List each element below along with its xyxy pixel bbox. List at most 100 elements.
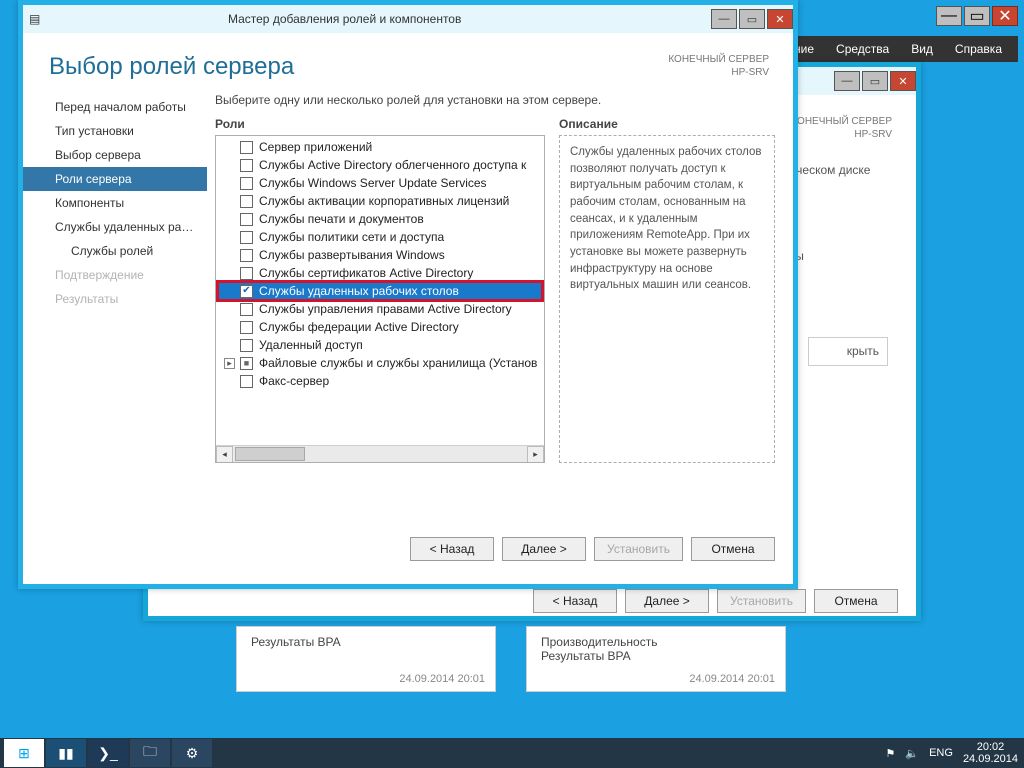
taskbar-app-explorer[interactable]: 🗀 [130, 739, 170, 767]
install-button: Установить [594, 537, 683, 561]
taskbar-app-powershell[interactable]: ❯_ [88, 739, 128, 767]
description-label: Описание [559, 117, 775, 131]
role-label: Службы Windows Server Update Services [259, 176, 487, 190]
role-label: Службы сертификатов Active Directory [259, 266, 473, 280]
flag-icon[interactable]: ⚑ [886, 747, 896, 760]
nav-step[interactable]: Службы удаленных рабо... [23, 215, 207, 239]
panel-line: Производительность [541, 635, 771, 649]
page-title: Выбор ролей сервера [49, 53, 294, 81]
checkbox-icon[interactable] [240, 141, 253, 154]
scroll-thumb[interactable] [235, 447, 305, 461]
nav-step[interactable]: Роли сервера [23, 167, 207, 191]
server-name: HP-SRV [668, 66, 769, 79]
role-checkbox-item[interactable]: Службы политики сети и доступа [218, 228, 542, 246]
minimize-button[interactable]: — [711, 9, 737, 29]
back-button[interactable]: < Назад [410, 537, 494, 561]
role-checkbox-item[interactable]: Службы сертификатов Active Directory [218, 264, 542, 282]
checkbox-icon[interactable] [240, 249, 253, 262]
role-checkbox-item[interactable]: Службы печати и документов [218, 210, 542, 228]
minimize-icon[interactable]: — [936, 6, 962, 26]
checkbox-icon[interactable] [240, 303, 253, 316]
checkbox-icon[interactable] [240, 357, 253, 370]
system-tray: ⚑ 🔈 ENG 20:02 24.09.2014 [886, 741, 1020, 765]
role-checkbox-item[interactable]: Сервер приложений [218, 138, 542, 156]
cancel-button[interactable]: Отмена [814, 589, 898, 613]
server-label: КОНЕЧНЫЙ СЕРВЕР [668, 53, 769, 66]
nav-step[interactable]: Выбор сервера [23, 143, 207, 167]
dashboard-panels: Результаты BPA 24.09.2014 20:01 Производ… [236, 626, 786, 692]
taskbar: ⊞ ▮▮ ❯_ 🗀 ⚙ ⚑ 🔈 ENG 20:02 24.09.2014 [0, 738, 1024, 768]
role-label: Службы политики сети и доступа [259, 230, 444, 244]
sound-icon[interactable]: 🔈 [905, 747, 919, 760]
start-button[interactable]: ⊞ [4, 739, 44, 767]
panel-left: Результаты BPA 24.09.2014 20:01 [236, 626, 496, 692]
nav-step[interactable]: Компоненты [23, 191, 207, 215]
role-label: Службы печати и документов [259, 212, 424, 226]
scroll-left-icon[interactable]: ◂ [216, 446, 233, 463]
checkbox-icon[interactable] [240, 339, 253, 352]
back-button[interactable]: < Назад [533, 589, 617, 613]
menu-item[interactable]: Средства [836, 42, 889, 56]
maximize-button[interactable]: ▭ [739, 9, 765, 29]
server-label: КОНЕЧНЫЙ СЕРВЕР [791, 115, 892, 128]
checkbox-icon[interactable] [240, 267, 253, 280]
minimize-button[interactable]: — [834, 71, 860, 91]
maximize-button[interactable]: ▭ [862, 71, 888, 91]
close-icon[interactable]: ✕ [992, 6, 1018, 26]
roles-label: Роли [215, 117, 545, 131]
scroll-right-icon[interactable]: ▸ [527, 446, 544, 463]
checkbox-icon[interactable] [240, 177, 253, 190]
clock[interactable]: 20:02 24.09.2014 [963, 741, 1020, 765]
description-text: Службы удаленных рабочих столов позволяю… [559, 135, 775, 463]
horizontal-scrollbar[interactable]: ◂ ▸ [216, 445, 544, 462]
taskbar-app-control[interactable]: ⚙ [172, 739, 212, 767]
role-checkbox-item[interactable]: Факс-сервер [218, 372, 542, 390]
checkbox-icon[interactable] [240, 159, 253, 172]
panel-line: Результаты BPA [251, 635, 481, 649]
maximize-icon[interactable]: ▭ [964, 6, 990, 26]
checkbox-icon[interactable] [240, 231, 253, 244]
taskbar-app-server-manager[interactable]: ▮▮ [46, 739, 86, 767]
role-label: Службы активации корпоративных лицензий [259, 194, 509, 208]
install-button: Установить [717, 589, 806, 613]
next-button[interactable]: Далее > [625, 589, 709, 613]
nav-step[interactable]: Перед началом работы [23, 95, 207, 119]
checkbox-icon[interactable] [240, 321, 253, 334]
server-name: HP-SRV [791, 128, 892, 141]
bg-app-controls: — ▭ ✕ [934, 6, 1018, 26]
menu-item[interactable]: Справка [955, 42, 1002, 56]
checkbox-icon[interactable] [240, 285, 253, 298]
role-label: Сервер приложений [259, 140, 372, 154]
role-checkbox-item[interactable]: Службы управления правами Active Directo… [218, 300, 542, 318]
next-button[interactable]: Далее > [502, 537, 586, 561]
expand-icon[interactable]: ▸ [224, 358, 235, 369]
close-fragment[interactable]: крыть [808, 337, 888, 366]
menu-item[interactable]: Вид [911, 42, 933, 56]
role-checkbox-item[interactable]: Службы федерации Active Directory [218, 318, 542, 336]
role-label: Факс-сервер [259, 374, 329, 388]
wizard-nav: Перед началом работыТип установкиВыбор с… [23, 89, 207, 519]
cancel-button[interactable]: Отмена [691, 537, 775, 561]
system-icon: ▤ [29, 12, 40, 26]
role-checkbox-item[interactable]: Удаленный доступ [218, 336, 542, 354]
nav-step: Подтверждение [23, 263, 207, 287]
close-button[interactable]: ✕ [890, 71, 916, 91]
role-label: Службы Active Directory облегченного дос… [259, 158, 526, 172]
checkbox-icon[interactable] [240, 375, 253, 388]
role-checkbox-item[interactable]: Службы Active Directory облегченного дос… [218, 156, 542, 174]
nav-step[interactable]: Службы ролей [23, 239, 207, 263]
role-checkbox-item[interactable]: Службы активации корпоративных лицензий [218, 192, 542, 210]
panel-timestamp: 24.09.2014 20:01 [689, 673, 775, 685]
role-checkbox-item[interactable]: Службы Windows Server Update Services [218, 174, 542, 192]
checkbox-icon[interactable] [240, 195, 253, 208]
role-checkbox-item[interactable]: ▸Файловые службы и службы хранилища (Уст… [218, 354, 542, 372]
titlebar[interactable]: ▤ Мастер добавления ролей и компонентов … [23, 5, 793, 33]
language-indicator[interactable]: ENG [929, 747, 953, 759]
role-checkbox-item[interactable]: Службы удаленных рабочих столов [218, 282, 542, 300]
roles-listbox[interactable]: Сервер приложений Службы Active Directory… [215, 135, 545, 463]
wizard-window: ▤ Мастер добавления ролей и компонентов … [18, 0, 798, 589]
nav-step[interactable]: Тип установки [23, 119, 207, 143]
close-button[interactable]: ✕ [767, 9, 793, 29]
role-checkbox-item[interactable]: Службы развертывания Windows [218, 246, 542, 264]
checkbox-icon[interactable] [240, 213, 253, 226]
